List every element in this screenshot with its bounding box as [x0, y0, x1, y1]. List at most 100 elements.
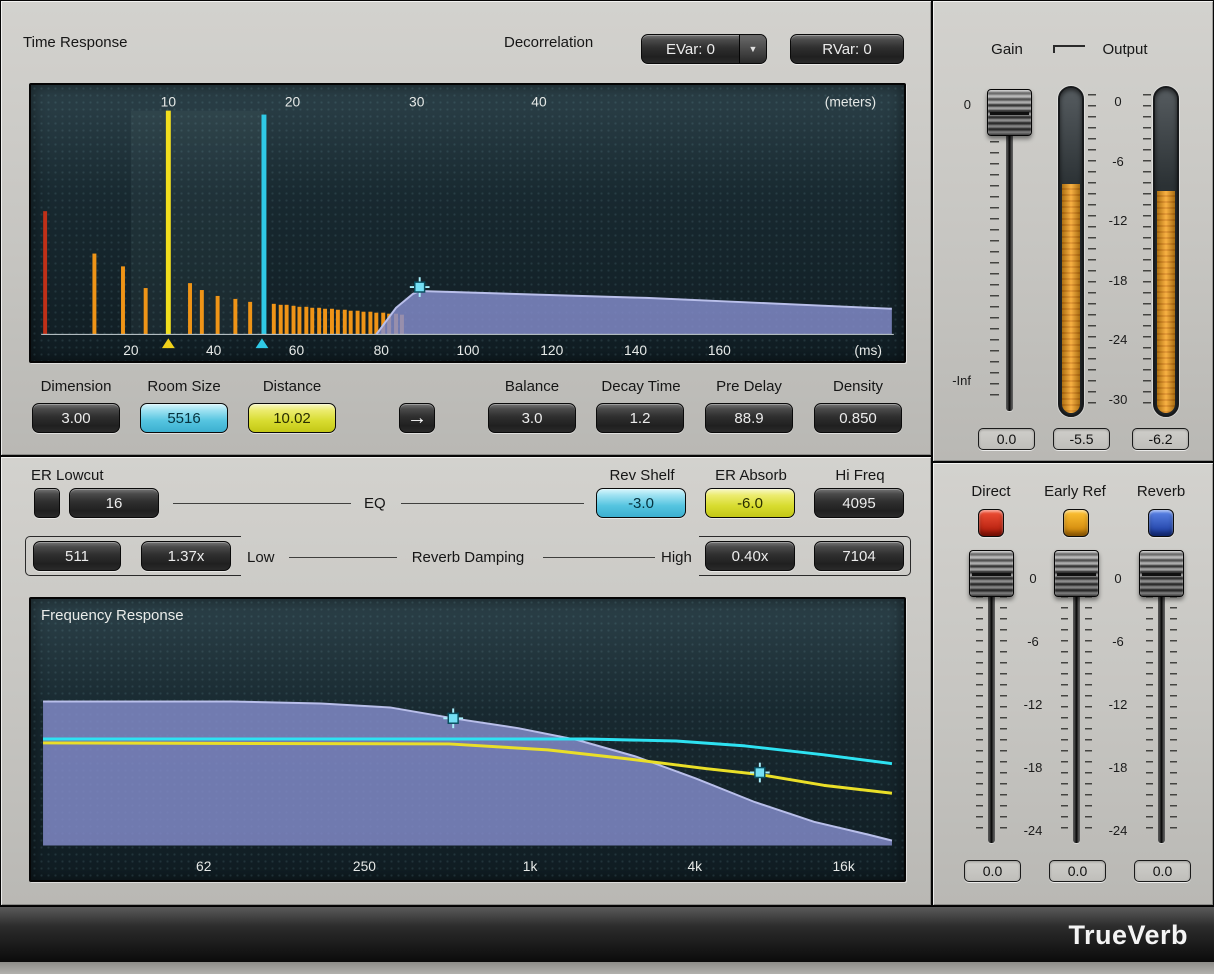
early-ref-readout[interactable]: 0.0	[1049, 860, 1106, 882]
svg-text:16k: 16k	[833, 859, 855, 874]
svg-text:60: 60	[289, 343, 305, 358]
direct-fader-knob[interactable]	[969, 550, 1014, 597]
reverb-ticks-right	[1170, 563, 1177, 835]
param-label-dimension: Dimension	[31, 378, 121, 395]
early-ref-ticks-right	[1085, 563, 1092, 835]
eq-rule-left	[173, 503, 351, 504]
svg-text:1k: 1k	[523, 859, 538, 874]
distance-value[interactable]: 10.02	[248, 403, 336, 433]
output-meter-right	[1153, 86, 1179, 417]
fader-scale-left: 0 -6 -12 -18 -24	[1013, 571, 1053, 838]
fader-scale-right: 0 -6 -12 -18 -24	[1098, 571, 1138, 838]
damping-high-ratio-value[interactable]: 0.40x	[705, 541, 795, 571]
damping-rule-left	[289, 557, 397, 558]
direct-mute-button[interactable]	[978, 509, 1004, 537]
param-label-pre-delay: Pre Delay	[704, 378, 794, 395]
reverb-label: Reverb	[1131, 483, 1191, 500]
param-label-decay-time: Decay Time	[593, 378, 689, 395]
footer-bar: TrueVerb	[0, 906, 1214, 962]
fader-scale-6: -6	[1098, 634, 1138, 649]
direct-readout[interactable]: 0.0	[964, 860, 1021, 882]
fader-scale-12: -12	[1013, 697, 1053, 712]
svg-text:40: 40	[531, 95, 547, 110]
damping-rule-right	[543, 557, 655, 558]
er-lowcut-value[interactable]: 16	[69, 488, 159, 518]
direct-ticks-left	[976, 563, 983, 835]
room-size-value[interactable]: 5516	[140, 403, 228, 433]
svg-text:4k: 4k	[687, 859, 702, 874]
er-absorb-value[interactable]: -6.0	[705, 488, 795, 518]
rev-shelf-value[interactable]: -3.0	[596, 488, 686, 518]
damping-low-ratio-value[interactable]: 1.37x	[141, 541, 231, 571]
time-response-title: Time Response	[23, 34, 128, 51]
rvar-button[interactable]: RVar: 0	[790, 34, 904, 64]
mixer-panel: Direct Early Ref Reverb 0 -6 -12 -18 -24…	[932, 462, 1214, 906]
er-lowcut-toggle[interactable]	[34, 488, 60, 518]
early-ref-mute-button[interactable]	[1063, 509, 1089, 537]
gain-output-panel: Gain Output 0 -Inf 0 -6 -12 -18 -24 -30 …	[932, 0, 1214, 462]
meter-left-readout[interactable]: -5.5	[1053, 428, 1110, 450]
frequency-response-graph[interactable]: 622501k4k16k Frequency Response	[29, 597, 906, 882]
svg-text:10: 10	[161, 95, 177, 110]
gain-scale-inf: -Inf	[937, 373, 971, 388]
svg-text:62: 62	[196, 859, 211, 874]
link-arrow-button[interactable]: →	[399, 403, 435, 433]
param-label-balance: Balance	[487, 378, 577, 395]
time-response-panel: Time Response Decorrelation EVar: 0 ▼ RV…	[0, 0, 932, 456]
svg-text:160: 160	[708, 343, 731, 358]
damping-low-label: Low	[247, 549, 275, 566]
fader-scale-6: -6	[1013, 634, 1053, 649]
trueverb-window: Time Response Decorrelation EVar: 0 ▼ RV…	[0, 0, 1214, 974]
reverb-ticks-left	[1146, 563, 1153, 835]
gain-fader-knob[interactable]	[987, 89, 1032, 136]
evar-dropdown[interactable]: EVar: 0 ▼	[641, 34, 767, 64]
balance-value[interactable]: 3.0	[488, 403, 576, 433]
density-value[interactable]: 0.850	[814, 403, 902, 433]
meter-scale-30: -30	[1096, 392, 1140, 407]
meter-scale-0: 0	[1096, 94, 1140, 109]
reverb-fader-knob[interactable]	[1139, 550, 1184, 597]
meter-scale-24: -24	[1096, 332, 1140, 347]
meter-right-readout[interactable]: -6.2	[1132, 428, 1189, 450]
early-ref-fader-knob[interactable]	[1054, 550, 1099, 597]
svg-text:250: 250	[353, 859, 376, 874]
gain-label: Gain	[977, 41, 1037, 58]
rvar-value: RVar: 0	[822, 41, 871, 58]
meter-scale-6: -6	[1096, 154, 1140, 169]
gain-fader-track[interactable]	[1006, 91, 1013, 411]
er-absorb-label: ER Absorb	[707, 467, 795, 484]
fader-scale-24: -24	[1098, 823, 1138, 838]
gain-readout[interactable]: 0.0	[978, 428, 1035, 450]
output-meter-left	[1058, 86, 1084, 417]
output-label: Output	[1085, 41, 1165, 58]
pre-delay-value[interactable]: 88.9	[705, 403, 793, 433]
fader-scale-12: -12	[1098, 697, 1138, 712]
param-label-room-size: Room Size	[139, 378, 229, 395]
param-label-density: Density	[813, 378, 903, 395]
svg-text:140: 140	[624, 343, 647, 358]
hi-freq-value[interactable]: 4095	[814, 488, 904, 518]
damping-low-freq-value[interactable]: 511	[33, 541, 121, 571]
meter-ticks-right	[1143, 94, 1151, 410]
svg-text:(meters): (meters)	[825, 95, 876, 110]
damping-high-freq-value[interactable]: 7104	[814, 541, 904, 571]
reverb-readout[interactable]: 0.0	[1134, 860, 1191, 882]
reverb-damping-label: Reverb Damping	[403, 549, 533, 566]
damping-high-label: High	[661, 549, 692, 566]
svg-text:(ms): (ms)	[854, 343, 882, 358]
trueverb-logo: TrueVerb	[1068, 920, 1188, 951]
fader-scale-0: 0	[1013, 571, 1053, 586]
gain-scale-zero: 0	[947, 97, 971, 112]
rev-shelf-label: Rev Shelf	[598, 467, 686, 484]
time-response-plot[interactable]: 10203040(meters)20406080100120140160(ms)	[31, 85, 904, 361]
dimension-value[interactable]: 3.00	[32, 403, 120, 433]
chevron-down-icon[interactable]: ▼	[739, 35, 766, 63]
fader-scale-18: -18	[1013, 760, 1053, 775]
time-response-graph[interactable]: 10203040(meters)20406080100120140160(ms)	[29, 83, 906, 363]
frequency-response-plot[interactable]: 62 250 1k 4k 16k	[31, 599, 904, 880]
svg-text:20: 20	[285, 95, 301, 110]
reverb-mute-button[interactable]	[1148, 509, 1174, 537]
decay-time-value[interactable]: 1.2	[596, 403, 684, 433]
hi-freq-label: Hi Freq	[816, 467, 904, 484]
meter-ticks-left	[1088, 94, 1096, 410]
